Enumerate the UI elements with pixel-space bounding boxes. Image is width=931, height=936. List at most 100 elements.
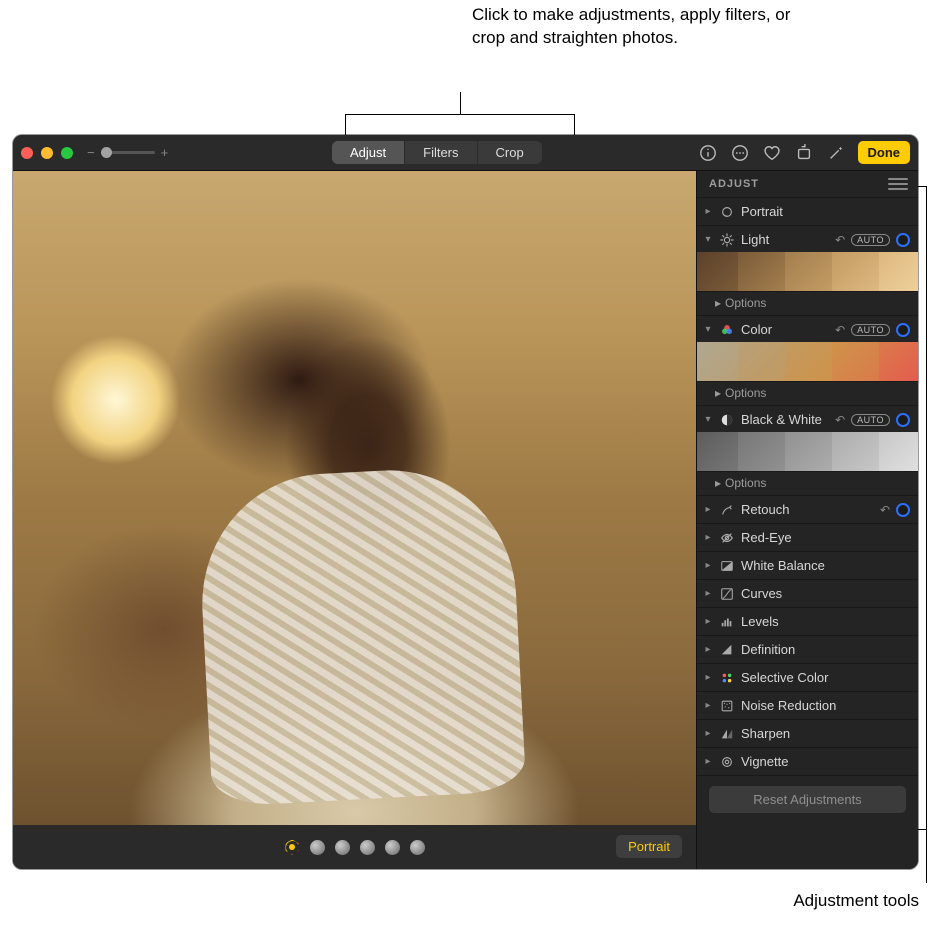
adj-portrait[interactable]: ▸ Portrait bbox=[697, 198, 918, 226]
chevron-right-icon: ▸ bbox=[703, 645, 713, 655]
adj-label: Light bbox=[741, 232, 829, 247]
adjust-sidebar: ADJUST ▸ Portrait ▾ Light ↶ AUTO ▸ Option… bbox=[696, 171, 918, 869]
tab-filters[interactable]: Filters bbox=[405, 141, 477, 164]
adj-light[interactable]: ▾ Light ↶ AUTO bbox=[697, 226, 918, 254]
sidebar-menu-icon[interactable] bbox=[888, 178, 908, 190]
chevron-right-icon: ▸ bbox=[715, 386, 721, 400]
adj-red-eye[interactable]: ▸ Red-Eye bbox=[697, 524, 918, 552]
light-options[interactable]: ▸ Options bbox=[697, 292, 918, 316]
chevron-right-icon: ▸ bbox=[703, 207, 713, 217]
lighting-thumbnails bbox=[285, 840, 425, 855]
adj-right: ↶ AUTO bbox=[835, 413, 910, 427]
portrait-button[interactable]: Portrait bbox=[616, 835, 682, 858]
chevron-down-icon: ▾ bbox=[703, 415, 713, 425]
color-options[interactable]: ▸ Options bbox=[697, 382, 918, 406]
enable-toggle[interactable] bbox=[896, 503, 910, 517]
adj-label: Vignette bbox=[741, 754, 910, 769]
adj-label: Sharpen bbox=[741, 726, 910, 741]
chevron-right-icon: ▸ bbox=[703, 673, 713, 683]
reset-adjustments-button[interactable]: Reset Adjustments bbox=[709, 786, 906, 813]
lighting-badge-icon[interactable] bbox=[285, 840, 300, 855]
undo-icon[interactable]: ↶ bbox=[835, 233, 845, 247]
lighting-thumb[interactable] bbox=[385, 840, 400, 855]
minimize-button[interactable] bbox=[41, 147, 53, 159]
chevron-right-icon: ▸ bbox=[703, 505, 713, 515]
rotate-icon[interactable] bbox=[794, 143, 814, 163]
chevron-right-icon: ▸ bbox=[703, 561, 713, 571]
chevron-right-icon: ▸ bbox=[715, 296, 721, 310]
favorite-icon[interactable] bbox=[762, 143, 782, 163]
color-preview-strip[interactable] bbox=[696, 342, 918, 382]
adj-white-balance[interactable]: ▸ White Balance bbox=[697, 552, 918, 580]
photos-edit-window: − + Adjust Filters Crop Do bbox=[13, 135, 918, 869]
adj-label: Levels bbox=[741, 614, 910, 629]
adj-sharpen[interactable]: ▸ Sharpen bbox=[697, 720, 918, 748]
auto-button[interactable]: AUTO bbox=[851, 324, 890, 336]
fullscreen-button[interactable] bbox=[61, 147, 73, 159]
definition-icon bbox=[719, 642, 735, 658]
mode-segmented-control: Adjust Filters Crop bbox=[332, 141, 542, 164]
adj-curves[interactable]: ▸ Curves bbox=[697, 580, 918, 608]
sharpen-icon bbox=[719, 726, 735, 742]
lighting-thumb[interactable] bbox=[410, 840, 425, 855]
window-controls bbox=[21, 147, 73, 159]
done-button[interactable]: Done bbox=[858, 141, 911, 164]
light-preview-strip[interactable] bbox=[696, 252, 918, 292]
vignette-icon bbox=[719, 754, 735, 770]
info-icon[interactable] bbox=[698, 143, 718, 163]
noisereduction-icon bbox=[719, 698, 735, 714]
window-body: Portrait ADJUST ▸ Portrait ▾ Light ↶ AUT… bbox=[13, 171, 918, 869]
adj-label: Red-Eye bbox=[741, 530, 910, 545]
tab-adjust[interactable]: Adjust bbox=[332, 141, 405, 164]
photo-preview[interactable] bbox=[13, 171, 696, 825]
zoom-out-icon[interactable]: − bbox=[87, 145, 95, 160]
lighting-thumb[interactable] bbox=[335, 840, 350, 855]
more-icon[interactable] bbox=[730, 143, 750, 163]
undo-icon[interactable]: ↶ bbox=[880, 503, 890, 517]
adj-black-white[interactable]: ▾ Black & White ↶ AUTO bbox=[697, 406, 918, 434]
undo-icon[interactable]: ↶ bbox=[835, 413, 845, 427]
adj-label: White Balance bbox=[741, 558, 910, 573]
auto-enhance-icon[interactable] bbox=[826, 143, 846, 163]
canvas-area: Portrait bbox=[13, 171, 696, 869]
curves-icon bbox=[719, 586, 735, 602]
bw-options[interactable]: ▸Options bbox=[697, 472, 918, 496]
zoom-slider-knob[interactable] bbox=[101, 147, 112, 158]
close-button[interactable] bbox=[21, 147, 33, 159]
tab-crop[interactable]: Crop bbox=[478, 141, 542, 164]
adj-label: Black & White bbox=[741, 412, 829, 427]
enable-toggle[interactable] bbox=[896, 413, 910, 427]
adj-noise-reduction[interactable]: ▸ Noise Reduction bbox=[697, 692, 918, 720]
adj-definition[interactable]: ▸ Definition bbox=[697, 636, 918, 664]
enable-toggle[interactable] bbox=[896, 323, 910, 337]
lighting-thumb[interactable] bbox=[360, 840, 375, 855]
canvas-bottombar: Portrait bbox=[13, 825, 696, 869]
adj-right: ↶ AUTO bbox=[835, 233, 910, 247]
auto-button[interactable]: AUTO bbox=[851, 234, 890, 246]
adj-selective-color[interactable]: ▸ Selective Color bbox=[697, 664, 918, 692]
bw-preview-strip[interactable] bbox=[696, 432, 918, 472]
enable-toggle[interactable] bbox=[896, 233, 910, 247]
callout-stem-top bbox=[460, 92, 461, 114]
chevron-right-icon: ▸ bbox=[703, 589, 713, 599]
adj-right: ↶ AUTO bbox=[835, 323, 910, 337]
options-label: Options bbox=[725, 386, 766, 400]
adj-color[interactable]: ▾ Color ↶ AUTO bbox=[697, 316, 918, 344]
chevron-down-icon: ▾ bbox=[703, 235, 713, 245]
adj-levels[interactable]: ▸ Levels bbox=[697, 608, 918, 636]
lighting-thumb[interactable] bbox=[310, 840, 325, 855]
chevron-down-icon: ▾ bbox=[703, 325, 713, 335]
sidebar-header: ADJUST bbox=[697, 171, 918, 198]
auto-button[interactable]: AUTO bbox=[851, 414, 890, 426]
adj-vignette[interactable]: ▸ Vignette bbox=[697, 748, 918, 776]
adj-right: ↶ bbox=[880, 503, 910, 517]
zoom-slider[interactable] bbox=[101, 151, 155, 154]
adj-label: Definition bbox=[741, 642, 910, 657]
retouch-icon bbox=[719, 502, 735, 518]
zoom-in-icon[interactable]: + bbox=[161, 145, 169, 160]
chevron-right-icon: ▸ bbox=[703, 533, 713, 543]
chevron-right-icon: ▸ bbox=[703, 729, 713, 739]
options-label: Options bbox=[725, 296, 766, 310]
adj-retouch[interactable]: ▸ Retouch ↶ bbox=[697, 496, 918, 524]
undo-icon[interactable]: ↶ bbox=[835, 323, 845, 337]
